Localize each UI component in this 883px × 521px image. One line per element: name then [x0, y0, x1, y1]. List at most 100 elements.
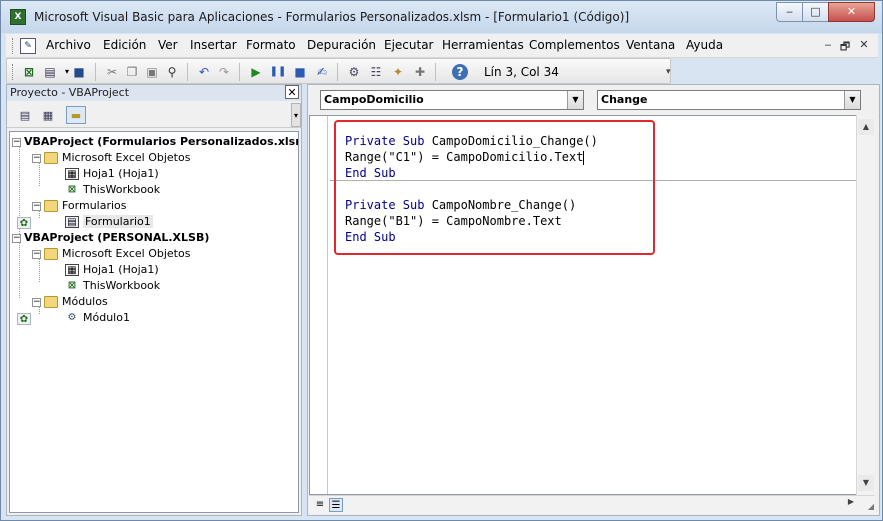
- standard-toolbar: ⊠ ▤ ▾ ■ ✂ ❐ ▣ ⚲ ↶ ↷ ▶ ❚❚ ■ ✍ ⚙ ☷ ✦ ✚ ? L…: [6, 58, 671, 84]
- redo-icon[interactable]: ↷: [215, 63, 233, 81]
- toolbar-grip[interactable]: [12, 64, 15, 80]
- menu-grip[interactable]: [12, 38, 15, 54]
- properties-icon[interactable]: ☷: [367, 63, 385, 81]
- collapse-icon[interactable]: −: [32, 201, 41, 211]
- vertical-scrollbar[interactable]: ▲ ▼: [856, 115, 874, 495]
- workbook-icon: ⊠: [67, 184, 77, 195]
- code-window-bottom-bar: ≡ ☰ ▶: [309, 495, 874, 513]
- maximize-button[interactable]: □: [802, 2, 829, 22]
- code-margin[interactable]: [310, 116, 328, 494]
- object-browser-icon[interactable]: ✦: [389, 63, 407, 81]
- mdi-restore-button[interactable]: 🗗: [838, 38, 852, 57]
- chevron-down-icon[interactable]: ▼: [567, 91, 583, 109]
- object-combo[interactable]: CampoDomicilio ▼: [320, 90, 584, 110]
- tree-node-label: Hoja1 (Hoja1): [83, 167, 159, 180]
- save-icon[interactable]: ■: [70, 63, 88, 81]
- tree-node-label: Microsoft Excel Objetos: [62, 247, 191, 260]
- view-object-icon[interactable]: ▦: [38, 106, 58, 124]
- menu-ejecutar[interactable]: Ejecutar: [384, 38, 434, 52]
- tree-node-modulo1[interactable]: ⚙ Módulo1: [65, 310, 130, 326]
- menu-herramientas[interactable]: Herramientas: [442, 38, 524, 52]
- tree-node-label: ThisWorkbook: [83, 279, 161, 292]
- folder-icon: [44, 200, 58, 212]
- toggle-folders-icon[interactable]: ▬: [66, 106, 86, 124]
- tree-connector: [19, 242, 20, 298]
- toolbox-icon[interactable]: ✚: [411, 63, 429, 81]
- tree-node-label: VBAProject (PERSONAL.XLSB): [24, 231, 210, 244]
- menu-formato[interactable]: Formato: [246, 38, 296, 52]
- menu-ventana[interactable]: Ventana: [626, 38, 675, 52]
- undo-icon[interactable]: ↶: [195, 63, 213, 81]
- find-icon[interactable]: ⚲: [163, 63, 181, 81]
- break-icon[interactable]: ❚❚: [269, 63, 287, 81]
- window-title: Microsoft Visual Basic para Aplicaciones…: [34, 10, 630, 24]
- toolbar-separator: [187, 63, 188, 81]
- tree-node-formularios[interactable]: − Formularios: [32, 198, 127, 214]
- tree-node-label: Módulo1: [83, 311, 130, 324]
- reset-icon[interactable]: ■: [291, 63, 309, 81]
- tree-node-excel-objects[interactable]: − Microsoft Excel Objetos: [32, 246, 190, 262]
- procedure-combo[interactable]: Change ▼: [597, 90, 861, 110]
- procedure-view-icon[interactable]: ≡: [313, 498, 327, 512]
- collapse-icon[interactable]: −: [12, 137, 21, 147]
- tree-node-modulos[interactable]: − Módulos: [32, 294, 108, 310]
- scroll-down-icon[interactable]: ▼: [858, 475, 874, 491]
- view-code-icon[interactable]: ▤: [15, 106, 35, 124]
- project-explorer-icon[interactable]: ⚙: [345, 63, 363, 81]
- tree-node-label: Microsoft Excel Objetos: [62, 151, 191, 164]
- folder-icon: [44, 152, 58, 164]
- run-icon[interactable]: ▶: [247, 63, 265, 81]
- module-icon: ⚙: [67, 312, 77, 323]
- vbaproject-icon: ✿: [17, 217, 31, 229]
- panel-scroll-arrow-icon[interactable]: ▾: [291, 103, 301, 127]
- tree-node-thisworkbook[interactable]: ⊠ ThisWorkbook: [65, 278, 160, 294]
- collapse-icon[interactable]: −: [32, 153, 41, 163]
- menu-insertar[interactable]: Insertar: [190, 38, 237, 52]
- design-mode-icon[interactable]: ✍: [313, 63, 331, 81]
- insert-userform-icon[interactable]: ▤: [41, 63, 59, 81]
- full-module-view-icon[interactable]: ☰: [329, 498, 343, 512]
- project-explorer-close-button[interactable]: ✕: [285, 85, 299, 99]
- tree-node-vbaproject-formularios[interactable]: − ✿ VBAProject (Formularios Personalizados…: [12, 134, 298, 229]
- mdi-close-button[interactable]: ✕: [857, 38, 871, 51]
- mdi-minimize-button[interactable]: ‒: [821, 38, 835, 51]
- toolbar-options-icon[interactable]: ▾: [666, 67, 671, 77]
- paste-icon[interactable]: ▣: [143, 63, 161, 81]
- code-window-icon[interactable]: ✎: [20, 38, 36, 54]
- resize-grip-icon[interactable]: ◢: [864, 500, 878, 514]
- collapse-icon[interactable]: −: [32, 297, 41, 307]
- folder-icon: [44, 296, 58, 308]
- tree-node-label: Formularios: [62, 199, 127, 212]
- menu-depuracion[interactable]: Depuración: [307, 38, 376, 52]
- collapse-icon[interactable]: −: [12, 233, 21, 243]
- copy-icon[interactable]: ❐: [123, 63, 141, 81]
- menu-edicion[interactable]: Edición: [103, 38, 146, 52]
- tree-node-vbaproject-personal[interactable]: − ✿ VBAProject (PERSONAL.XLSB): [12, 230, 210, 325]
- menu-complementos[interactable]: Complementos: [529, 38, 620, 52]
- help-icon[interactable]: ?: [452, 64, 468, 80]
- tree-node-formulario1[interactable]: ▤ Formulario1: [65, 214, 153, 230]
- tree-node-label: Módulos: [62, 295, 108, 308]
- chevron-down-icon[interactable]: ▼: [844, 91, 860, 109]
- excel-icon[interactable]: ⊠: [20, 63, 38, 81]
- project-explorer-title: Proyecto - VBAProject: [10, 86, 130, 99]
- menu-ver[interactable]: Ver: [158, 38, 178, 52]
- project-explorer-header: Proyecto - VBAProject ✕: [7, 85, 301, 101]
- close-button[interactable]: ✕: [828, 2, 875, 22]
- tree-node-excel-objects[interactable]: − Microsoft Excel Objetos: [32, 150, 190, 166]
- tree-node-hoja1[interactable]: ▦ Hoja1 (Hoja1): [65, 262, 159, 278]
- tree-node-hoja1[interactable]: ▦ Hoja1 (Hoja1): [65, 166, 159, 182]
- menu-archivo[interactable]: Archivo: [46, 38, 91, 52]
- project-tree: − ✿ VBAProject (Formularios Personalizados…: [9, 131, 299, 513]
- tree-node-thisworkbook[interactable]: ⊠ ThisWorkbook: [65, 182, 160, 198]
- cut-icon[interactable]: ✂: [103, 63, 121, 81]
- scroll-up-icon[interactable]: ▲: [858, 119, 874, 135]
- project-explorer-toolbar: ▤ ▦ ▬: [7, 102, 301, 128]
- vba-editor-window: X Microsoft Visual Basic para Aplicacion…: [0, 0, 883, 521]
- scroll-right-icon[interactable]: ▶: [848, 497, 854, 506]
- collapse-icon[interactable]: −: [32, 249, 41, 259]
- worksheet-icon: ▦: [65, 264, 79, 276]
- minimize-button[interactable]: ‒: [776, 2, 803, 22]
- toolbar-separator: [435, 63, 436, 81]
- menu-ayuda[interactable]: Ayuda: [686, 38, 723, 52]
